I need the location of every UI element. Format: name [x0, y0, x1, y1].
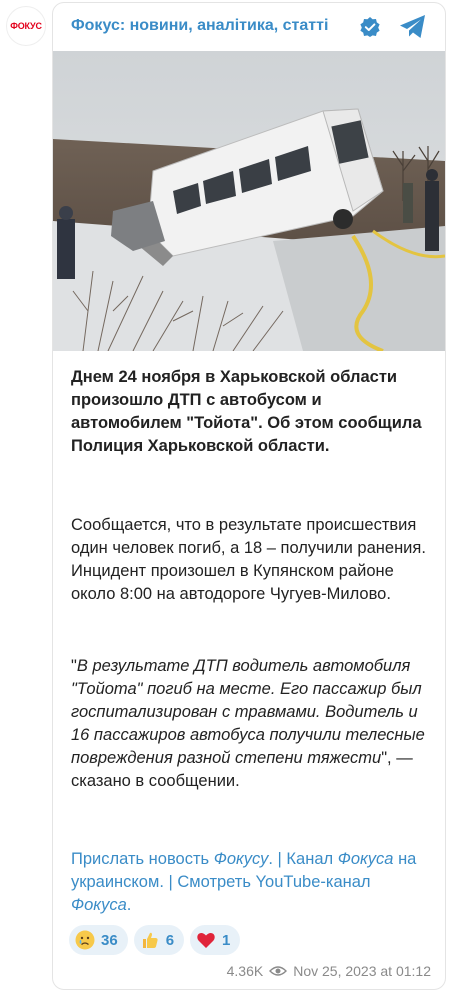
crying-face-icon: [75, 930, 95, 950]
avatar-logo-text: ФОКУС: [10, 21, 42, 31]
post-paragraph-lead: Днем 24 ноября в Харьковской области про…: [71, 368, 422, 455]
red-heart-icon: [197, 933, 215, 948]
reaction-crying[interactable]: 36: [69, 925, 128, 955]
reaction-thumbs-up-count: 6: [165, 931, 175, 949]
reactions-bar: 36 6 1: [69, 925, 241, 955]
link-ukrainian-channel-text: Канал: [286, 850, 338, 868]
link-separator: . |: [159, 873, 178, 891]
accident-scene-image: [53, 51, 445, 351]
post-header: Фокус: новини, аналітика, статті: [53, 3, 445, 51]
channel-avatar[interactable]: ФОКУС: [6, 6, 46, 46]
post-paragraph-details: Сообщается, что в результате происшестви…: [71, 516, 426, 603]
post-meta: 4.36K Nov 25, 2023 at 01:12: [227, 963, 431, 979]
links-end: .: [126, 896, 132, 914]
link-ukrainian-channel-italic: Фокуса: [337, 850, 394, 868]
link-youtube-channel-text: Смотреть YouTube-канал: [177, 873, 371, 891]
verified-badge-icon: [360, 17, 380, 37]
reaction-heart[interactable]: 1: [190, 925, 241, 955]
link-youtube-channel-italic: Фокуса: [71, 896, 127, 914]
post-links: Прислать новость Фокусу. | Канал Фокуса …: [71, 848, 431, 917]
link-separator: . |: [268, 850, 287, 868]
reaction-thumbs-up[interactable]: 6: [133, 925, 185, 955]
link-send-news-text: Прислать новость: [71, 850, 214, 868]
post-card: Фокус: новини, аналітика, статті Днем 24…: [52, 2, 446, 990]
post-photo[interactable]: [53, 51, 445, 351]
reaction-heart-count: 1: [222, 931, 231, 949]
telegram-share-icon[interactable]: [399, 14, 427, 40]
view-count: 4.36K: [226, 963, 264, 979]
link-send-news[interactable]: Прислать новость Фокусу: [71, 850, 268, 868]
thumbs-up-icon: [142, 932, 158, 948]
link-send-news-italic: Фокусу: [213, 850, 269, 868]
post-paragraph-quote: "В результате ДТП водитель автомобиля "Т…: [71, 655, 431, 793]
channel-title[interactable]: Фокус: новини, аналітика, статті: [71, 17, 328, 35]
quote-text: В результате ДТП водитель автомобиля "То…: [71, 657, 425, 767]
reaction-crying-count: 36: [101, 931, 118, 949]
eye-icon: [269, 966, 288, 976]
post-datetime[interactable]: Nov 25, 2023 at 01:12: [293, 963, 431, 979]
